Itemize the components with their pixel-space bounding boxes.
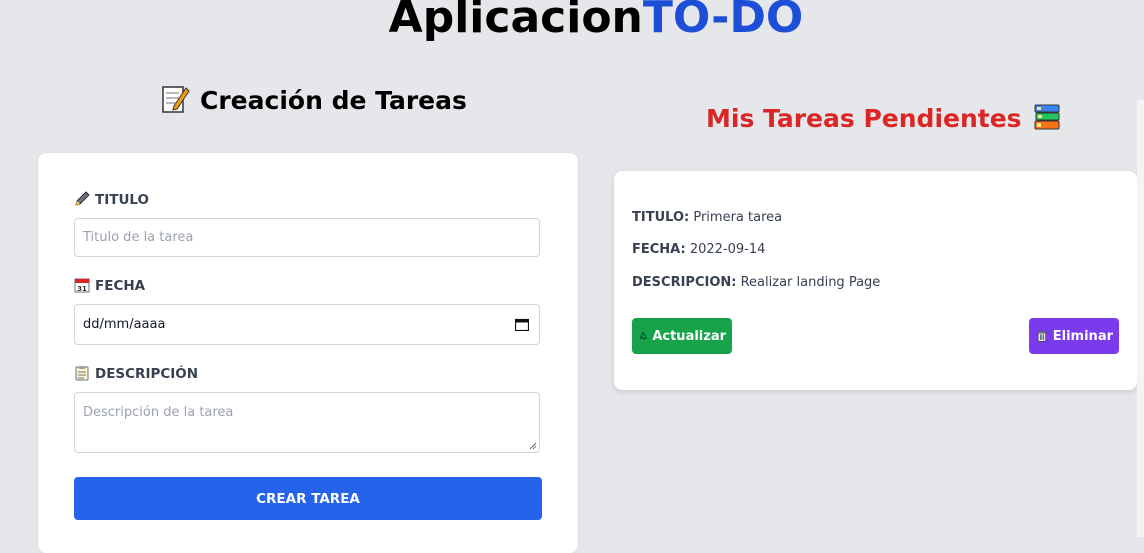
create-task-button[interactable]: CREAR TAREA bbox=[74, 477, 542, 520]
date-field-label: 31 FECHA bbox=[74, 277, 145, 294]
clipboard-icon bbox=[75, 366, 89, 381]
task-title-label: TITULO: bbox=[632, 210, 690, 225]
pending-tasks-heading-text: Mis Tareas Pendientes bbox=[706, 104, 1022, 133]
resize-grip-icon[interactable] bbox=[529, 442, 537, 450]
pencil-icon bbox=[75, 191, 90, 206]
task-title-value: Primera tarea bbox=[693, 210, 783, 225]
title-field-label-text: TITULO bbox=[95, 192, 149, 208]
title-field-label: TITULO bbox=[74, 191, 149, 208]
task-date-value: 2022-09-14 bbox=[689, 242, 766, 257]
svg-text:31: 31 bbox=[77, 285, 87, 293]
task-card: TITULO: Primera tarea FECHA: 2022-09-14 … bbox=[614, 171, 1137, 390]
calendar-icon: 31 bbox=[74, 278, 90, 293]
create-task-heading: Creación de Tareas bbox=[160, 84, 467, 115]
pending-tasks-heading: Mis Tareas Pendientes bbox=[706, 102, 1062, 133]
title-input[interactable]: Titulo de la tarea bbox=[74, 218, 540, 257]
app-title-accent: TO-DO bbox=[642, 0, 804, 43]
task-description-line: DESCRIPCION: Realizar landing Page bbox=[632, 275, 880, 290]
task-date-line: FECHA: 2022-09-14 bbox=[632, 242, 765, 257]
description-field-label-text: DESCRIPCIÓN bbox=[95, 366, 199, 382]
app-title: AplicacionTO-DO bbox=[0, 0, 1144, 43]
trash-icon bbox=[1036, 331, 1047, 342]
task-title-line: TITULO: Primera tarea bbox=[632, 210, 782, 225]
page-scrollbar[interactable] bbox=[1137, 100, 1144, 537]
recycle-icon bbox=[639, 331, 648, 340]
memo-icon bbox=[162, 86, 190, 113]
description-textarea[interactable]: Descripción de la tarea bbox=[74, 392, 540, 453]
app-title-main: Aplicacion bbox=[388, 0, 643, 43]
update-button[interactable]: Actualizar bbox=[632, 318, 732, 354]
task-description-value: Realizar landing Page bbox=[740, 275, 881, 290]
delete-button-label: Eliminar bbox=[1052, 328, 1113, 344]
calendar-picker-icon[interactable] bbox=[515, 318, 529, 331]
books-icon bbox=[1034, 104, 1060, 130]
description-field-label: DESCRIPCIÓN bbox=[74, 365, 198, 382]
update-button-label: Actualizar bbox=[652, 328, 726, 344]
task-description-label: DESCRIPCION: bbox=[632, 275, 737, 290]
task-form-card: TITULO Titulo de la tarea 31 FECHA dd/mm… bbox=[38, 153, 578, 553]
date-input-value: dd/mm/aaaa bbox=[83, 317, 166, 332]
delete-button[interactable]: Eliminar bbox=[1029, 318, 1119, 354]
date-input[interactable]: dd/mm/aaaa bbox=[74, 304, 540, 345]
date-field-label-text: FECHA bbox=[95, 278, 146, 294]
task-date-label: FECHA: bbox=[632, 242, 686, 257]
create-task-heading-text: Creación de Tareas bbox=[200, 86, 467, 115]
description-placeholder: Descripción de la tarea bbox=[83, 405, 234, 420]
